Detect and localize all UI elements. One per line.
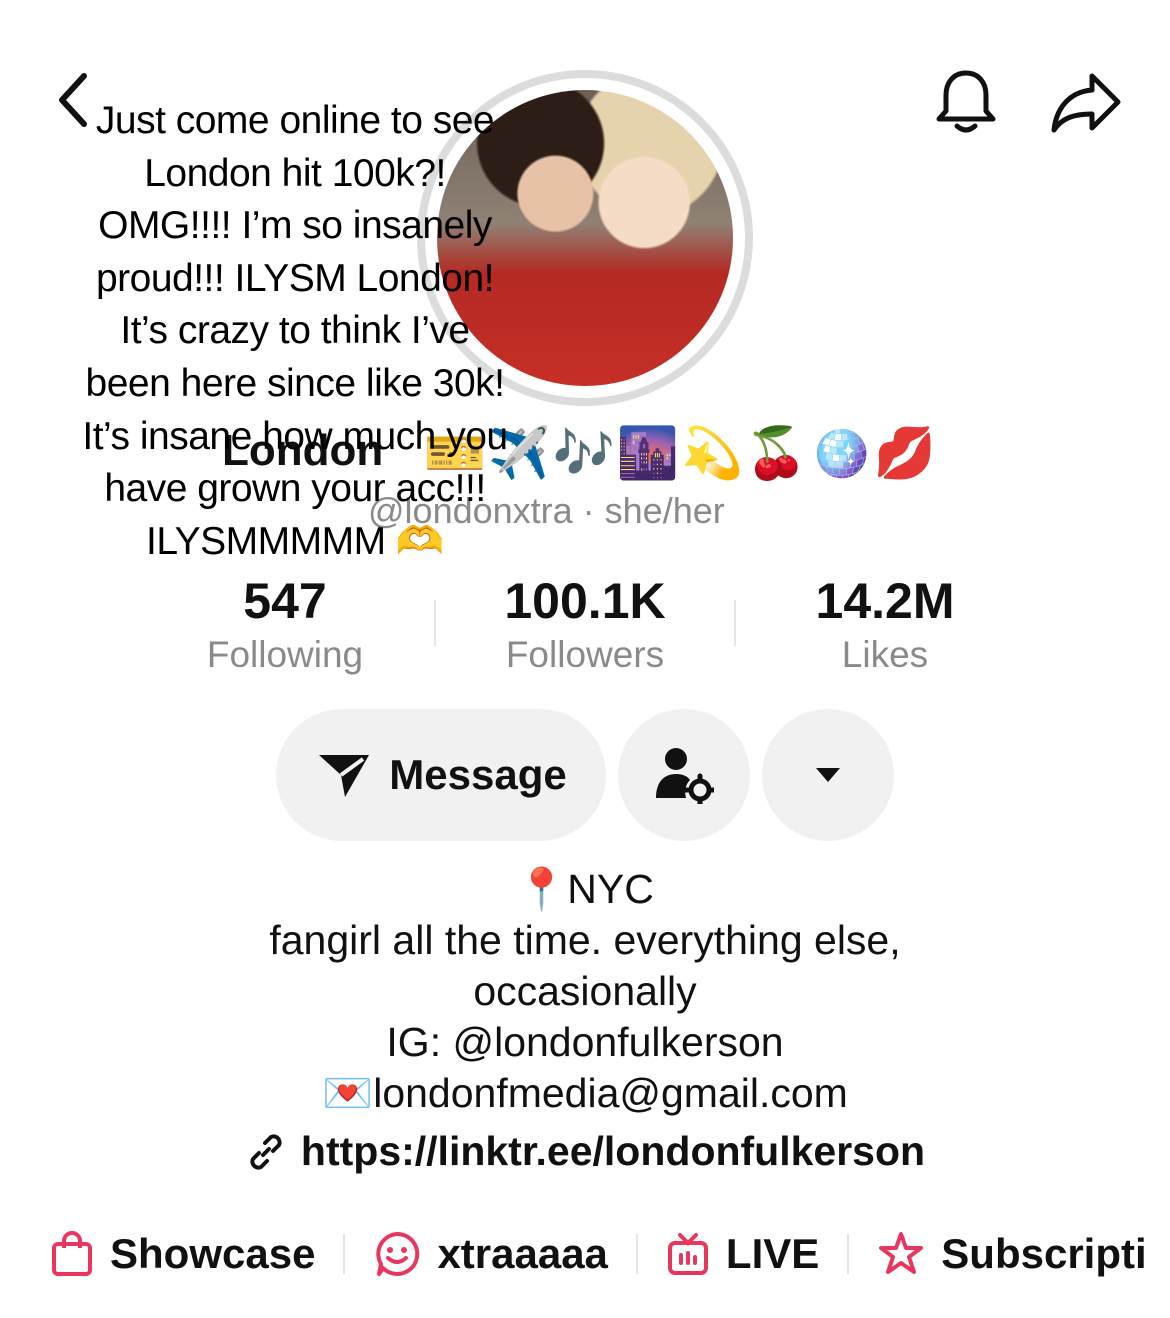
- caption-line: It’s insane how much you: [82, 414, 508, 458]
- caret-down-icon: [816, 768, 840, 782]
- tab-label: Showcase: [110, 1230, 316, 1277]
- message-button[interactable]: Message: [276, 709, 606, 841]
- tab-label: LIVE: [725, 1230, 820, 1277]
- profile-bio: 📍NYC fangirl all the time. everything el…: [0, 864, 1170, 1119]
- caption-line: OMG!!!! I’m so insanely: [98, 204, 492, 248]
- bell-icon: [936, 70, 996, 133]
- more-dropdown-button[interactable]: [762, 709, 894, 841]
- profile-tabs: Showcase xtraaaaa LIVE Subscripti: [50, 1222, 1147, 1286]
- bio-line: fangirl all the time. everything else,: [269, 917, 901, 963]
- tab-showcase[interactable]: Showcase: [50, 1230, 315, 1278]
- stat-following[interactable]: 547 Following: [135, 572, 435, 680]
- caption-line: proud!!! ILYSM London!: [95, 256, 495, 300]
- star-icon: [879, 1232, 924, 1274]
- smiley-bubble-icon: [376, 1231, 420, 1276]
- caption-line: London hit 100k?!: [144, 151, 446, 195]
- stat-value: 14.2M: [815, 573, 955, 629]
- bio-line: IG: @londonfulkerson: [386, 1019, 784, 1065]
- notification-button[interactable]: [930, 66, 1002, 138]
- bio-link-text[interactable]: https://linktr.ee/londonfulkerson: [301, 1128, 925, 1175]
- tab-subscription[interactable]: Subscripti: [877, 1230, 1147, 1278]
- shopping-bag-icon: [52, 1231, 92, 1276]
- stat-label: Followers: [505, 634, 665, 675]
- stat-value: 100.1K: [504, 573, 666, 629]
- bio-line: 💌londonfmedia@gmail.com: [322, 1070, 848, 1116]
- tab-divider: [343, 1234, 346, 1274]
- follow-settings-button[interactable]: [618, 709, 750, 841]
- stat-label: Likes: [841, 634, 929, 675]
- share-button[interactable]: [1046, 66, 1126, 138]
- share-arrow-icon: [1051, 73, 1121, 133]
- tab-live[interactable]: LIVE: [666, 1230, 819, 1278]
- caption-line: It’s crazy to think I’ve: [120, 309, 470, 353]
- tab-label: Subscripti: [941, 1230, 1147, 1277]
- bio-line: 📍NYC: [516, 866, 654, 912]
- tab-label: xtraaaaa: [437, 1230, 608, 1277]
- tab-divider: [635, 1234, 638, 1274]
- stat-label: Following: [206, 634, 364, 675]
- bio-line: occasionally: [473, 968, 697, 1014]
- stat-value: 547: [243, 573, 327, 629]
- person-settings-icon: [656, 748, 714, 804]
- caption-line: Just come online to see: [95, 99, 495, 142]
- tab-xtraaaaa[interactable]: xtraaaaa: [373, 1230, 608, 1278]
- stat-followers[interactable]: 100.1K Followers: [435, 572, 735, 680]
- tab-divider: [847, 1234, 850, 1274]
- caption-line: ILYSMMMMM 🫶: [146, 519, 445, 563]
- tv-icon: [667, 1233, 708, 1275]
- link-icon: [250, 1133, 282, 1170]
- caption-line: been here since like 30k!: [85, 361, 505, 405]
- message-label: Message: [389, 751, 567, 798]
- caption-overlay: Just come online to see London hit 100k?…: [40, 95, 550, 568]
- caption-line: have grown your acc!!!: [104, 467, 486, 511]
- stat-likes[interactable]: 14.2M Likes: [735, 572, 1035, 680]
- send-icon: [319, 755, 370, 797]
- bio-link[interactable]: https://linktr.ee/londonfulkerson: [0, 1128, 1170, 1175]
